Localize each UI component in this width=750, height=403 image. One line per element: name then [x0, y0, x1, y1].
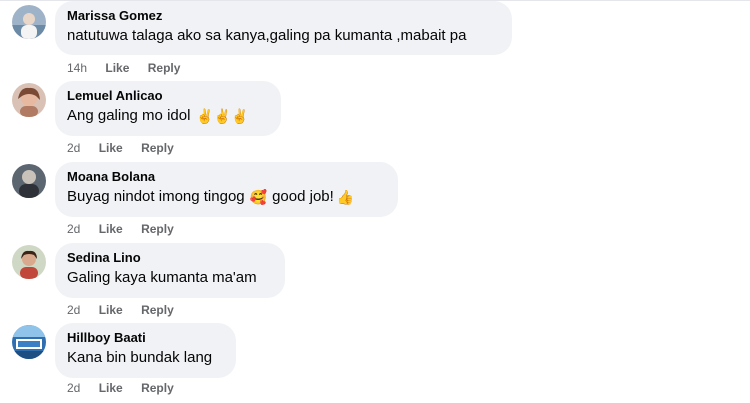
avatar[interactable]	[12, 5, 46, 39]
reply-button[interactable]: Reply	[141, 222, 174, 236]
victory-hand-emoji-icon: ✌️✌️✌️	[196, 108, 249, 124]
commenter-name[interactable]: Lemuel Anlicao	[67, 88, 269, 104]
comment-bubble: Hillboy Baati Kana bin bundak lang	[55, 323, 236, 378]
reply-button[interactable]: Reply	[141, 381, 174, 395]
avatar[interactable]	[12, 325, 46, 359]
reply-button[interactable]: Reply	[141, 303, 174, 317]
comment-text-body: natutuwa talaga ako sa kanya,galing pa k…	[67, 27, 467, 44]
commenter-name[interactable]: Marissa Gomez	[67, 8, 500, 24]
comment-bubble: Marissa Gomez natutuwa talaga ako sa kan…	[55, 1, 512, 55]
avatar-photo-icon	[12, 164, 46, 198]
comment-bubble: Sedina Lino Galing kaya kumanta ma'am	[55, 243, 285, 298]
comment-text-body: Buyag nindot imong tingog	[67, 188, 245, 205]
avatar[interactable]	[12, 245, 46, 279]
commenter-name[interactable]: Sedina Lino	[67, 250, 273, 266]
avatar-photo-icon	[12, 245, 46, 279]
avatar-photo-icon	[12, 83, 46, 117]
comment-actions: 2d Like Reply	[67, 381, 189, 395]
avatar[interactable]	[12, 164, 46, 198]
like-button[interactable]: Like	[99, 381, 123, 395]
comment-time[interactable]: 14h	[67, 61, 87, 75]
reply-button[interactable]: Reply	[141, 141, 174, 155]
avatar[interactable]	[12, 83, 46, 117]
comment-time[interactable]: 2d	[67, 222, 80, 236]
smiling-face-with-hearts-emoji-icon: 🥰	[249, 189, 268, 205]
comment-time[interactable]: 2d	[67, 141, 80, 155]
comment-time[interactable]: 2d	[67, 303, 80, 317]
commenter-name[interactable]: Moana Bolana	[67, 169, 386, 185]
comment-text-body: Galing kaya kumanta ma'am	[67, 269, 257, 286]
like-button[interactable]: Like	[105, 61, 129, 75]
comment-text-body: Ang galing mo idol	[67, 107, 191, 124]
thumbs-up-emoji-icon: 👍	[336, 189, 355, 205]
comment-text-body: Kana bin bundak lang	[67, 349, 213, 366]
comment-text: natutuwa talaga ako sa kanya,galing pa k…	[67, 26, 500, 46]
comment-bubble: Lemuel Anlicao Ang galing mo idol ✌️✌️✌️	[55, 81, 281, 136]
like-button[interactable]: Like	[99, 141, 123, 155]
comment-text: Kana bin bundak lang	[67, 348, 224, 368]
comment-text-body-2: good job!	[272, 188, 334, 205]
commenter-name[interactable]: Hillboy Baati	[67, 330, 224, 346]
like-button[interactable]: Like	[99, 222, 123, 236]
comment-actions: 2d Like Reply	[67, 222, 189, 236]
comment-time[interactable]: 2d	[67, 381, 80, 395]
like-button[interactable]: Like	[99, 303, 123, 317]
comment-text: Buyag nindot imong tingog 🥰 good job! 👍	[67, 187, 386, 207]
comment-bubble: Moana Bolana Buyag nindot imong tingog 🥰…	[55, 162, 398, 217]
comment-actions: 2d Like Reply	[67, 141, 189, 155]
comment-actions: 14h Like Reply	[67, 61, 195, 75]
avatar-photo-icon	[12, 5, 46, 39]
reply-button[interactable]: Reply	[148, 61, 181, 75]
comment-actions: 2d Like Reply	[67, 303, 189, 317]
comment-text: Galing kaya kumanta ma'am	[67, 268, 273, 288]
comment-text: Ang galing mo idol ✌️✌️✌️	[67, 106, 269, 126]
avatar-photo-icon	[12, 325, 46, 359]
